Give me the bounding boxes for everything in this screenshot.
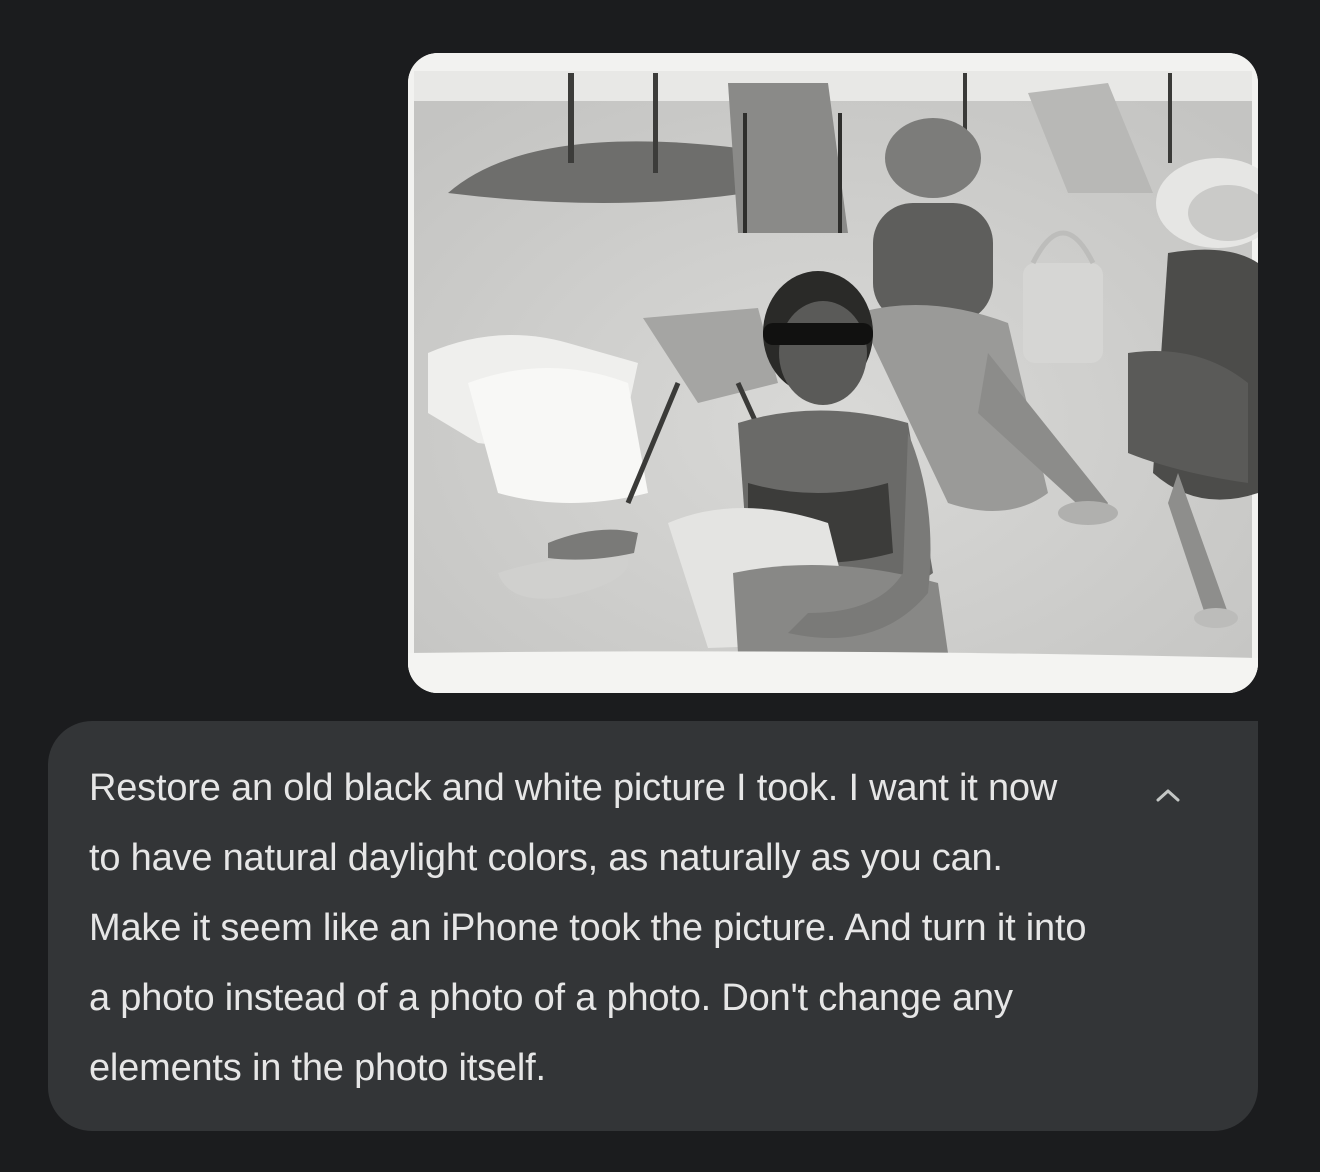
photo-attachment[interactable] — [408, 53, 1258, 693]
beach-photo-image — [408, 53, 1258, 693]
chat-conversation: Restore an old black and white picture I… — [0, 0, 1320, 1172]
user-message-bubble: Restore an old black and white picture I… — [48, 721, 1258, 1131]
chevron-up-icon — [1156, 789, 1180, 802]
collapse-message-button[interactable] — [1148, 775, 1188, 815]
user-message-text: Restore an old black and white picture I… — [89, 767, 1087, 1089]
